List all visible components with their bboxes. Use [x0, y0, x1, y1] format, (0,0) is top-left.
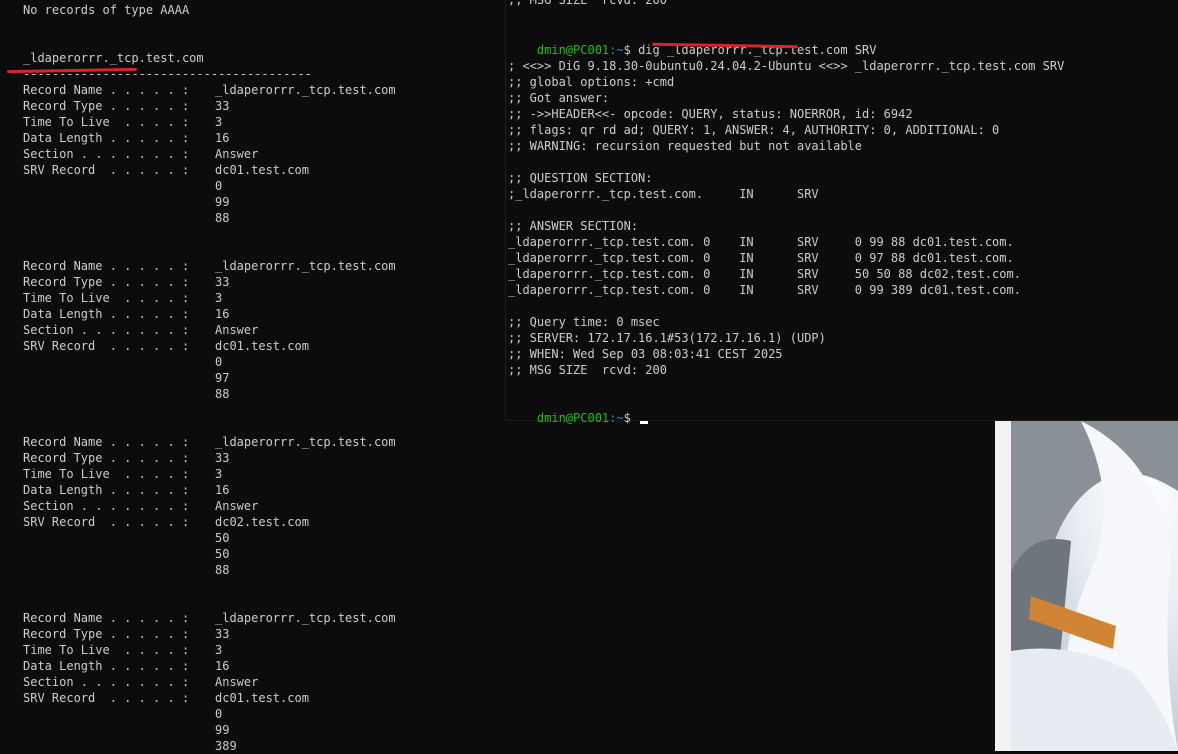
dig-output-line: ;; MSG SIZE rcvd: 200	[508, 363, 667, 377]
prompt-sign: $	[623, 43, 639, 57]
record-port: 88	[215, 563, 230, 577]
record-value-srv: dc01.test.com	[215, 339, 309, 353]
record-value-name: _ldaperorrr._tcp.test.com	[215, 83, 396, 97]
background-photo	[1011, 421, 1178, 751]
record-value-name: _ldaperorrr._tcp.test.com	[215, 435, 396, 449]
record-value-srv: dc01.test.com	[215, 691, 309, 705]
record-label-type: Record Type . . . . . :	[23, 451, 190, 465]
record-priority: 0	[215, 707, 223, 721]
dig-output-line: ;; global options: +cmd	[508, 75, 675, 89]
wsl-terminal-window[interactable]: ;; MSG SIZE rcvd: 200 dmin@PC001:~$ dig …	[505, 0, 1178, 425]
record-label-ttl: Time To Live . . . . :	[23, 115, 190, 129]
record-value-ttl: 3	[215, 467, 223, 481]
dig-output-line: _ldaperorrr._tcp.test.com. 0 IN SRV 0 99…	[508, 283, 1021, 297]
record-value-section: Answer	[215, 499, 259, 513]
record-label-len: Data Length . . . . . :	[23, 483, 190, 497]
dig-output-line: _ldaperorrr._tcp.test.com. 0 IN SRV 50 5…	[508, 267, 1021, 281]
record-value-section: Answer	[215, 147, 259, 161]
record-port: 88	[215, 211, 230, 225]
prompt-path: :~	[609, 411, 624, 425]
prompt-user: dmin@PC001	[536, 43, 610, 57]
dig-output-line: ;_ldaperorrr._tcp.test.com. IN SRV	[508, 187, 819, 201]
record-value-len: 16	[215, 131, 230, 145]
record-priority: 50	[215, 531, 230, 545]
record-priority: 0	[215, 179, 223, 193]
dig-output-line: _ldaperorrr._tcp.test.com. 0 IN SRV 0 97…	[508, 251, 1014, 265]
record-label-ttl: Time To Live . . . . :	[23, 643, 190, 657]
prompt-sign: $	[623, 411, 639, 425]
cut-line: ;; MSG SIZE rcvd: 200	[508, 0, 667, 7]
prompt-line-2[interactable]: dmin@PC001:~$	[508, 394, 649, 442]
record-value-ttl: 3	[215, 643, 223, 657]
record-weight: 97	[215, 371, 230, 385]
record-label-section: Section . . . . . . . :	[23, 675, 190, 689]
record-label-srv: SRV Record . . . . . :	[23, 691, 190, 705]
record-label-len: Data Length . . . . . :	[23, 131, 190, 145]
record-label-ttl: Time To Live . . . . :	[23, 291, 190, 305]
record-label-type: Record Type . . . . . :	[23, 275, 190, 289]
record-label-section: Section . . . . . . . :	[23, 323, 190, 337]
record-label-name: Record Name . . . . . :	[23, 83, 190, 97]
record-value-ttl: 3	[215, 291, 223, 305]
dig-output-line: ; <<>> DiG 9.18.30-0ubuntu0.24.04.2-Ubun…	[508, 59, 1065, 73]
record-value-len: 16	[215, 659, 230, 673]
record-value-section: Answer	[215, 323, 259, 337]
record-port: 389	[215, 739, 237, 753]
record-label-section: Section . . . . . . . :	[23, 499, 190, 513]
no-records-line: No records of type AAAA	[23, 3, 190, 17]
text-cursor	[640, 421, 649, 424]
record-label-name: Record Name . . . . . :	[23, 611, 190, 625]
dig-output-line: ;; Got answer:	[508, 91, 610, 105]
record-value-srv: dc01.test.com	[215, 163, 309, 177]
record-label-ttl: Time To Live . . . . :	[23, 467, 190, 481]
record-value-name: _ldaperorrr._tcp.test.com	[215, 611, 396, 625]
record-value-srv: dc02.test.com	[215, 515, 309, 529]
record-value-ttl: 3	[215, 115, 223, 129]
record-weight: 99	[215, 195, 230, 209]
record-value-type: 33	[215, 451, 230, 465]
record-value-len: 16	[215, 483, 230, 497]
dig-output-line: _ldaperorrr._tcp.test.com. 0 IN SRV 0 99…	[508, 235, 1014, 249]
record-port: 88	[215, 387, 230, 401]
photo-image	[1011, 421, 1178, 751]
dig-output-line: ;; WHEN: Wed Sep 03 08:03:41 CEST 2025	[508, 347, 783, 361]
record-label-srv: SRV Record . . . . . :	[23, 163, 190, 177]
record-label-section: Section . . . . . . . :	[23, 147, 190, 161]
record-label-len: Data Length . . . . . :	[23, 659, 190, 673]
separator-line: ----------------------------------------	[23, 67, 312, 81]
record-value-type: 33	[215, 627, 230, 641]
record-label-type: Record Type . . . . . :	[23, 99, 190, 113]
dig-output-line: ;; QUESTION SECTION:	[508, 171, 653, 185]
dig-output-line: ;; Query time: 0 msec	[508, 315, 660, 329]
record-label-srv: SRV Record . . . . . :	[23, 515, 190, 529]
record-label-name: Record Name . . . . . :	[23, 435, 190, 449]
record-label-srv: SRV Record . . . . . :	[23, 339, 190, 353]
record-weight: 50	[215, 547, 230, 561]
record-weight: 99	[215, 723, 230, 737]
dig-output-line: ;; SERVER: 172.17.16.1#53(172.17.16.1) (…	[508, 331, 826, 345]
dig-output-line: ;; ->>HEADER<<- opcode: QUERY, status: N…	[508, 107, 913, 121]
record-label-len: Data Length . . . . . :	[23, 307, 190, 321]
record-label-name: Record Name . . . . . :	[23, 259, 190, 273]
record-value-section: Answer	[215, 675, 259, 689]
prompt-user: dmin@PC001	[536, 411, 610, 425]
record-value-len: 16	[215, 307, 230, 321]
dig-output-line: ;; flags: qr rd ad; QUERY: 1, ANSWER: 4,…	[508, 123, 1000, 137]
record-value-type: 33	[215, 99, 230, 113]
record-value-name: _ldaperorrr._tcp.test.com	[215, 259, 396, 273]
record-value-type: 33	[215, 275, 230, 289]
record-label-type: Record Type . . . . . :	[23, 627, 190, 641]
dig-output-line: ;; WARNING: recursion requested but not …	[508, 139, 863, 153]
dig-output-line: ;; ANSWER SECTION:	[508, 219, 639, 233]
record-priority: 0	[215, 355, 223, 369]
prompt-path: :~	[609, 43, 624, 57]
query-name-line: _ldaperorrr._tcp.test.com	[23, 51, 204, 65]
